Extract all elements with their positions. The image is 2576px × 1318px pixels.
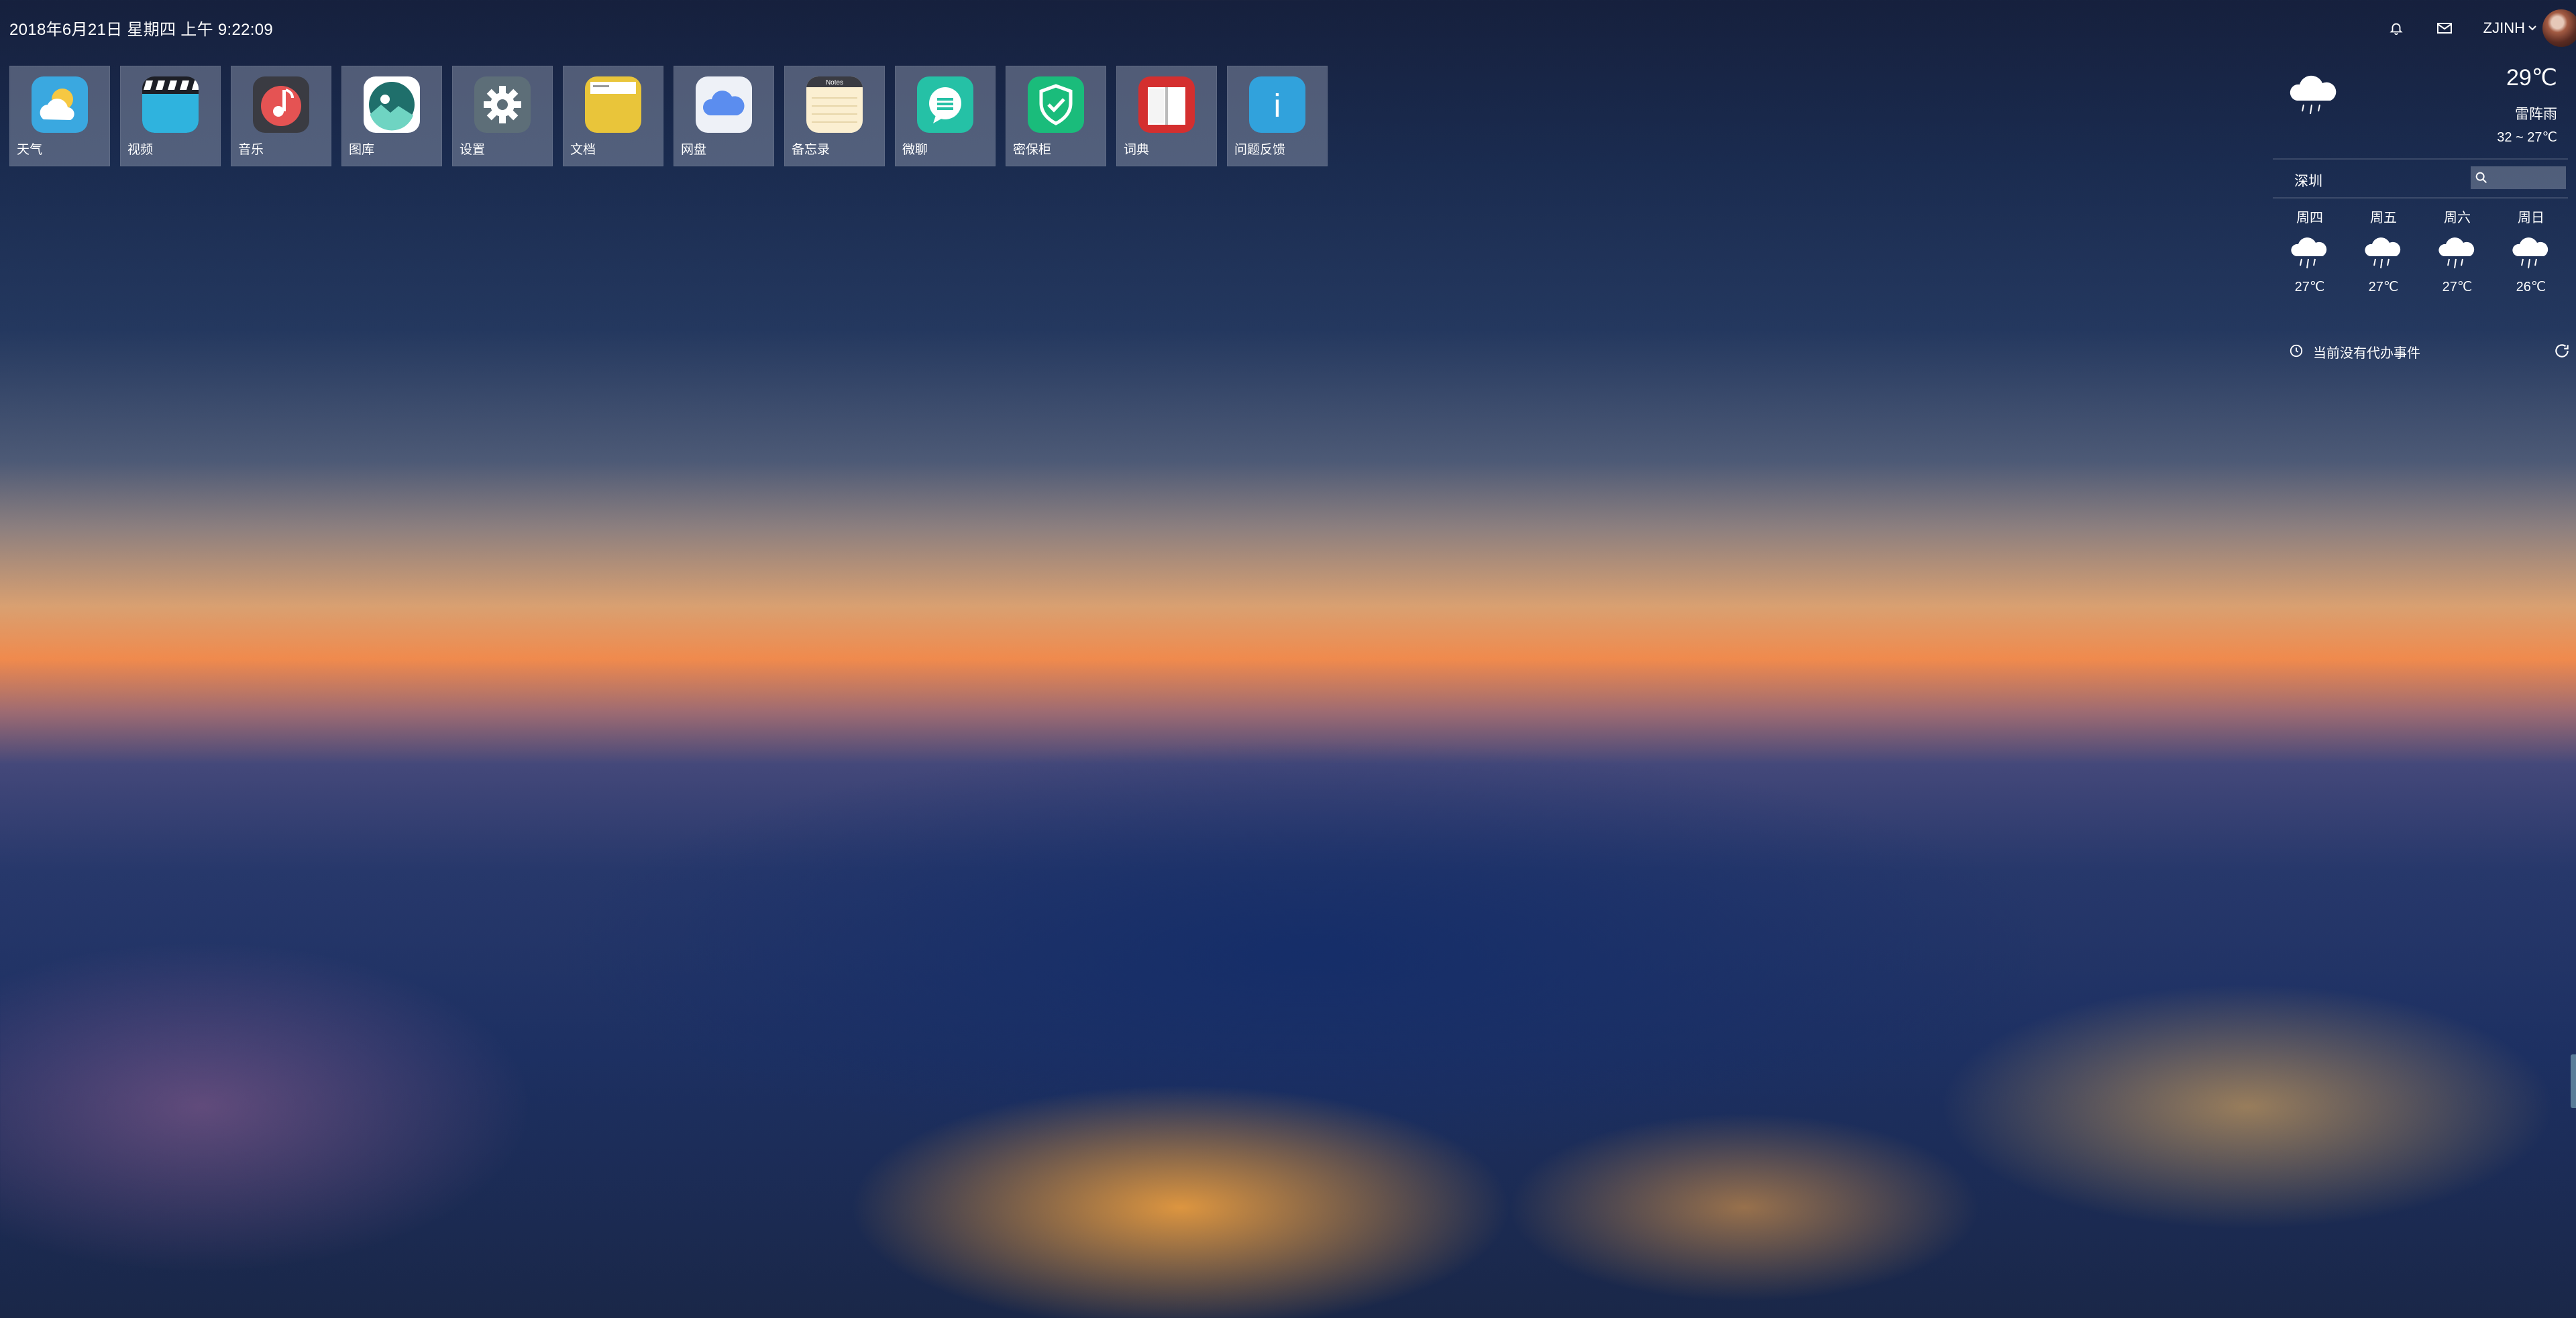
app-gallery[interactable]: 图库 <box>341 66 442 166</box>
app-launcher: 天气 视频 音乐 图库 设置 文档 网盘 Notes 备忘录 微聊 密保柜 词典… <box>9 66 1338 166</box>
refresh-icon[interactable] <box>2553 342 2571 360</box>
music-app-icon <box>253 76 309 133</box>
app-label: 视频 <box>127 142 154 157</box>
app-label: 微聊 <box>902 142 928 157</box>
rain-cloud-icon <box>2438 237 2475 269</box>
forecast-day: 周四 27℃ <box>2273 207 2347 295</box>
bell-icon[interactable] <box>2387 19 2406 38</box>
app-music[interactable]: 音乐 <box>231 66 331 166</box>
docs-app-icon <box>585 76 641 133</box>
forecast-day-name: 周日 <box>2518 209 2544 225</box>
forecast-temp: 27℃ <box>2294 280 2325 294</box>
forecast-temp: 27℃ <box>2368 280 2399 294</box>
todo-status: 当前没有代办事件 <box>2289 342 2571 362</box>
app-label: 备忘录 <box>792 142 830 157</box>
app-cloud-drive[interactable]: 网盘 <box>674 66 774 166</box>
current-temp-range: 32 ~ 27℃ <box>2497 130 2557 145</box>
todo-status-text: 当前没有代办事件 <box>2313 345 2420 361</box>
datetime-display: 2018年6月21日 星期四 上午 9:22:09 <box>9 21 274 39</box>
forecast-day: 周五 27℃ <box>2347 207 2420 295</box>
notes-app-icon: Notes <box>806 76 863 133</box>
city-name: 深圳 <box>2294 173 2322 189</box>
app-label: 图库 <box>349 142 375 157</box>
forecast-list: 周四 27℃ 周五 27℃ 周六 27℃ 周日 26℃ <box>2273 207 2568 295</box>
weather-app-icon <box>32 76 88 133</box>
rain-cloud-icon <box>2291 237 2327 269</box>
app-notes[interactable]: Notes 备忘录 <box>784 66 885 166</box>
avatar[interactable] <box>2542 9 2576 47</box>
app-label: 天气 <box>17 142 43 157</box>
rain-cloud-icon <box>2365 237 2401 269</box>
current-temperature: 29℃ <box>2506 65 2557 91</box>
notes-icon-text: Notes <box>826 79 843 87</box>
app-docs[interactable]: 文档 <box>563 66 663 166</box>
forecast-day-name: 周六 <box>2444 209 2471 225</box>
app-label: 问题反馈 <box>1234 142 1286 157</box>
app-label: 词典 <box>1124 142 1150 157</box>
current-weather-desc: 雷阵雨 <box>2515 106 2557 122</box>
chevron-down-icon[interactable] <box>2528 23 2537 33</box>
app-dictionary[interactable]: 词典 <box>1116 66 1217 166</box>
side-drawer-handle[interactable] <box>2571 1054 2576 1108</box>
feedback-icon-text: i <box>1274 89 1281 124</box>
app-chat[interactable]: 微聊 <box>895 66 996 166</box>
forecast-day-name: 周四 <box>2296 209 2323 225</box>
app-feedback[interactable]: i 问题反馈 <box>1227 66 1328 166</box>
app-weather[interactable]: 天气 <box>9 66 110 166</box>
search-icon[interactable] <box>2474 170 2489 185</box>
app-vault[interactable]: 密保柜 <box>1006 66 1106 166</box>
feedback-app-icon: i <box>1249 76 1305 133</box>
dictionary-app-icon <box>1138 76 1195 133</box>
app-label: 音乐 <box>238 142 264 157</box>
app-label: 设置 <box>460 142 486 157</box>
divider <box>2273 158 2568 160</box>
vault-app-icon <box>1028 76 1084 133</box>
app-label: 文档 <box>570 142 596 157</box>
forecast-day: 周日 26℃ <box>2494 207 2568 295</box>
forecast-day-name: 周五 <box>2370 209 2397 225</box>
app-video[interactable]: 视频 <box>120 66 221 166</box>
app-label: 密保柜 <box>1013 142 1052 157</box>
rain-cloud-icon <box>2290 75 2337 115</box>
forecast-temp: 27℃ <box>2442 280 2473 294</box>
divider <box>2273 197 2568 199</box>
top-right-toolbar: ZJINH <box>2387 9 2576 47</box>
clock-icon <box>2290 344 2303 358</box>
app-label: 网盘 <box>681 142 707 157</box>
forecast-day: 周六 27℃ <box>2420 207 2494 295</box>
rain-cloud-icon <box>2512 237 2548 269</box>
forecast-temp: 26℃ <box>2516 280 2546 294</box>
video-app-icon <box>142 76 199 133</box>
user-name[interactable]: ZJINH <box>2483 19 2525 37</box>
app-settings[interactable]: 设置 <box>452 66 553 166</box>
cloud-drive-app-icon <box>696 76 752 133</box>
mail-icon[interactable] <box>2435 19 2454 38</box>
settings-app-icon <box>474 76 531 133</box>
gallery-app-icon <box>364 76 420 133</box>
chat-app-icon <box>917 76 973 133</box>
